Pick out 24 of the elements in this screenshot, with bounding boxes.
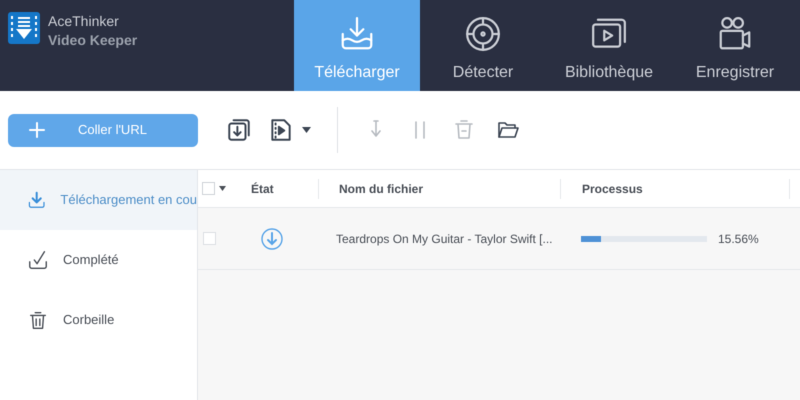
nav-tab[interactable]: Enregistrer <box>672 0 798 91</box>
file-name: Teardrops On My Guitar - Taylor Swift [... <box>336 232 553 246</box>
caret-icon[interactable] <box>219 186 226 191</box>
row-checkbox[interactable] <box>203 232 216 245</box>
download-status-icon <box>261 228 283 250</box>
plus-icon <box>28 121 46 139</box>
trash-icon <box>27 309 49 331</box>
product-name: Video Keeper <box>48 31 138 50</box>
app-logo-icon <box>8 12 40 44</box>
check-icon <box>27 249 49 271</box>
sidebar-item[interactable]: Corbeille <box>0 290 197 350</box>
import-download-icon[interactable] <box>226 117 252 143</box>
select-all-checkbox[interactable] <box>202 182 215 195</box>
progress-percent: 15.56% <box>718 230 759 248</box>
column-header: Processus <box>582 180 643 198</box>
download-icon <box>27 189 46 211</box>
caret-icon[interactable] <box>302 127 311 133</box>
column-header: État <box>251 182 274 196</box>
column-header: Nom du fichier <box>339 180 424 198</box>
nav-tab[interactable]: Bibliothèque <box>546 0 672 91</box>
brand-name: AceThinker <box>48 12 120 31</box>
target-icon <box>464 14 502 52</box>
sidebar-item[interactable]: Complété <box>0 230 197 290</box>
nav-tab[interactable]: Détecter <box>420 0 546 91</box>
